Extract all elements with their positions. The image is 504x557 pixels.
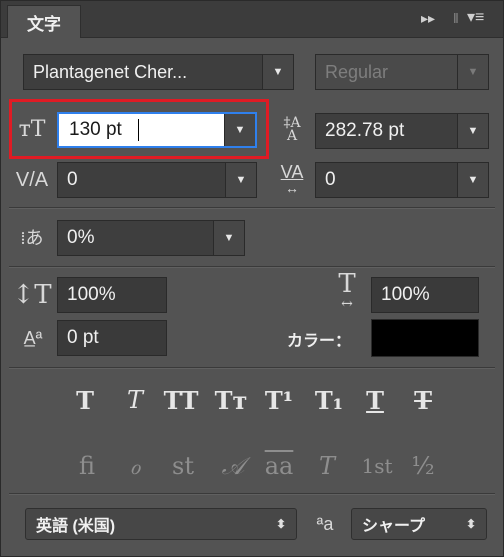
all-caps-button[interactable]: TT — [163, 384, 199, 416]
tracking-icon: VA ↔ — [280, 162, 304, 196]
font-style-value: Regular — [325, 61, 389, 82]
updown-arrow-icon: ⬍ — [465, 517, 476, 531]
faux-bold-button[interactable]: T — [67, 384, 103, 416]
kerning-value: 0 — [67, 169, 78, 190]
antialias-value: シャープ — [362, 518, 426, 535]
language-select[interactable]: 英語 (米国) ⬍ — [25, 508, 297, 540]
leading-input[interactable]: 282.78 pt ▼ — [315, 113, 489, 149]
separator — [9, 367, 495, 369]
separator — [9, 266, 495, 268]
font-family-dropdown[interactable]: Plantagenet Cher... ▼ — [23, 54, 294, 90]
font-family-value: Plantagenet Cher... — [33, 61, 188, 82]
chevron-down-icon[interactable]: ▼ — [457, 163, 488, 197]
vertical-scale-input[interactable]: 100% — [57, 277, 167, 313]
stylistic-alternates-button[interactable]: aa — [261, 450, 297, 482]
collapse-icon[interactable]: ▸▸ — [421, 9, 435, 27]
tracking-dropdown[interactable]: 0 ▼ — [315, 162, 489, 198]
panel-titlebar: 文字 ▸▸ ‖ ▾≡ — [1, 1, 503, 38]
language-value: 英語 (米国) — [36, 518, 116, 535]
ordinals-button[interactable]: 1st — [357, 450, 397, 482]
updown-arrow-icon: ⬍ — [275, 517, 286, 531]
faux-italic-button[interactable]: T — [117, 384, 153, 416]
baseline-shift-value: 0 pt — [67, 327, 99, 348]
font-size-input[interactable]: 130 pt ▼ — [57, 112, 257, 148]
ligatures-button[interactable]: ﬁ — [69, 450, 105, 482]
vertical-scale-value: 100% — [67, 284, 116, 305]
tsume-value: 0% — [67, 227, 95, 248]
text-cursor — [138, 119, 139, 141]
font-size-value: 130 pt — [69, 119, 122, 140]
small-caps-button[interactable]: Tт — [213, 384, 249, 416]
kerning-dropdown[interactable]: 0 ▼ — [57, 162, 257, 198]
chevron-down-icon[interactable]: ▼ — [213, 221, 244, 255]
baseline-shift-icon: A̲ª — [23, 327, 43, 348]
chevron-down-icon[interactable]: ▼ — [224, 114, 255, 146]
tsume-icon: ⁞あ — [20, 228, 44, 249]
separator — [9, 493, 495, 495]
fractions-button[interactable]: ½ — [405, 450, 441, 482]
swash-button[interactable]: 𝒜 — [215, 450, 251, 482]
character-panel: 文字 ▸▸ ‖ ▾≡ Plantagenet Cher... ▼ Regular… — [0, 0, 504, 557]
chevron-down-icon[interactable]: ▼ — [225, 163, 256, 197]
underline-button[interactable]: T — [357, 384, 393, 416]
chevron-down-icon[interactable]: ▼ — [457, 55, 488, 89]
color-swatch[interactable] — [371, 319, 479, 357]
chevron-down-icon[interactable]: ▼ — [262, 55, 293, 89]
tab-character[interactable]: 文字 — [7, 5, 81, 38]
leading-value: 282.78 pt — [325, 120, 405, 141]
divider: ‖ — [453, 10, 459, 26]
tracking-value: 0 — [325, 169, 336, 190]
baseline-shift-input[interactable]: 0 pt — [57, 320, 167, 356]
kerning-icon: V/A — [15, 168, 49, 191]
vertical-scale-icon: ↕T — [12, 280, 52, 310]
horizontal-scale-value: 100% — [381, 284, 430, 305]
contextual-alternates-button[interactable]: ℴ — [117, 450, 153, 482]
titling-alternates-button[interactable]: T — [309, 450, 345, 482]
panel-menu-icon[interactable]: ▾≡ — [467, 9, 484, 27]
chevron-down-icon[interactable]: ▼ — [457, 114, 488, 148]
font-size-icon: тT — [18, 116, 46, 142]
separator — [9, 207, 495, 209]
superscript-button[interactable]: T¹ — [261, 384, 297, 416]
horizontal-scale-icon: T ↔ — [338, 269, 356, 312]
tsume-dropdown[interactable]: 0% ▼ — [57, 220, 245, 256]
font-style-dropdown[interactable]: Regular ▼ — [315, 54, 489, 90]
horizontal-scale-input[interactable]: 100% — [371, 277, 479, 313]
discretionary-ligatures-button[interactable]: st — [165, 450, 201, 482]
color-label: カラー： — [287, 333, 352, 350]
antialias-select[interactable]: シャープ ⬍ — [351, 508, 487, 540]
strikethrough-button[interactable]: T — [405, 384, 441, 416]
antialias-icon: ªa — [316, 513, 334, 534]
leading-icon: ‡A A — [283, 115, 301, 144]
subscript-button[interactable]: T₁ — [311, 384, 347, 416]
